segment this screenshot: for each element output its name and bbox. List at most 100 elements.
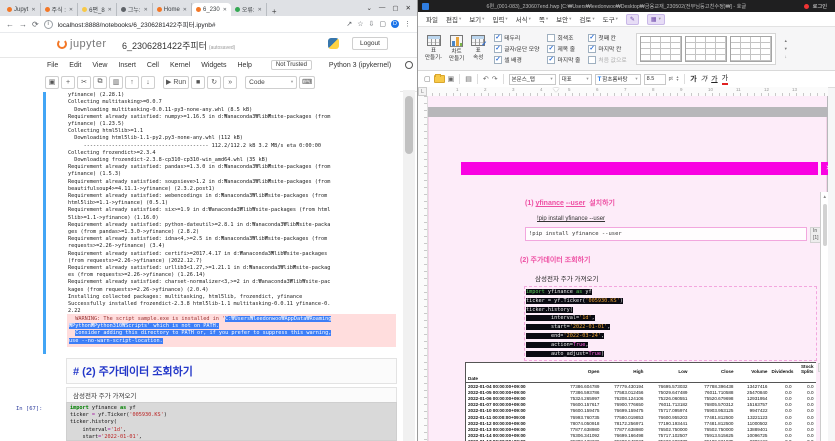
- code-cell-editor[interactable]: import yfinance as yfticker = yf.Ticker(…: [66, 402, 397, 441]
- logout-button[interactable]: Logout: [352, 37, 388, 50]
- menu-item-insert[interactable]: Insert: [118, 62, 136, 69]
- browser-tab[interactable]: 6편_8✕: [78, 3, 117, 16]
- font-size-input[interactable]: 8.5: [644, 74, 666, 85]
- tab-close-icon[interactable]: ✕: [183, 7, 187, 13]
- menu-item-widgets[interactable]: Widgets: [201, 62, 226, 69]
- style-option-checkbox[interactable]: 테두리: [494, 33, 539, 42]
- magenta-close-icon[interactable]: ✕: [821, 162, 828, 175]
- table-style-thumb[interactable]: [685, 36, 727, 62]
- browser-tab[interactable]: Home✕: [153, 3, 192, 16]
- tab-close-icon[interactable]: ✕: [144, 7, 148, 13]
- hwp-menu-도구[interactable]: 도구▾: [603, 14, 618, 24]
- tab-close-icon[interactable]: ✕: [108, 7, 112, 13]
- style-option-checkbox[interactable]: 제목 줄: [547, 44, 580, 53]
- hwp-menu-편집[interactable]: 편집▾: [446, 14, 461, 24]
- tab-close-icon[interactable]: ✕: [31, 7, 35, 13]
- ribbon-prop-button[interactable]: 표속성: [471, 35, 485, 61]
- save-icon[interactable]: ▣: [448, 75, 455, 83]
- stop-icon[interactable]: ■: [191, 76, 205, 89]
- markdown-cell[interactable]: # (2) 주가데이터 조회하기 삼성전자 주가 가져오기: [66, 358, 397, 403]
- run-button[interactable]: ▶ Run: [163, 76, 189, 89]
- chrome-menu-icon[interactable]: ⋮: [404, 20, 411, 28]
- table-context-tab[interactable]: ▦▾: [647, 14, 665, 25]
- command-palette-icon[interactable]: ⌨: [299, 76, 315, 89]
- scroll-up-icon[interactable]: ▲: [823, 194, 827, 199]
- style-option-checkbox[interactable]: 첫째 칸: [588, 33, 626, 42]
- hwp-menu-보기[interactable]: 보기▾: [469, 14, 484, 24]
- move-down-icon[interactable]: ↓: [141, 76, 155, 89]
- minimize-icon[interactable]: —: [379, 4, 386, 12]
- ribbon-table-button[interactable]: 표만들기-: [425, 35, 442, 61]
- gallery-up-icon[interactable]: ▴: [785, 38, 787, 44]
- forward-icon[interactable]: →: [19, 20, 27, 29]
- italic-button[interactable]: 가: [701, 74, 707, 84]
- notebook-title[interactable]: 6_2306281422주피터(autosaved): [122, 39, 235, 52]
- close-icon[interactable]: ✕: [406, 4, 411, 12]
- back-icon[interactable]: ←: [6, 20, 14, 29]
- menu-item-help[interactable]: Help: [238, 62, 252, 69]
- move-up-icon[interactable]: ↑: [125, 76, 139, 89]
- gallery-more-icon[interactable]: ↓: [785, 54, 787, 59]
- style-option-checkbox[interactable]: 마지막 칸: [588, 44, 626, 53]
- browser-tab[interactable]: 6_230✕: [192, 3, 231, 16]
- hwp-menu-서식[interactable]: 서식▾: [516, 14, 531, 24]
- browser-tab[interactable]: 그누:✕: [117, 3, 153, 16]
- vertical-ruler[interactable]: [418, 96, 428, 441]
- redo-icon[interactable]: ↷: [492, 75, 498, 83]
- underline-button[interactable]: 가: [711, 74, 717, 84]
- hwp-menu-쪽[interactable]: 쪽▾: [539, 14, 548, 24]
- indent-marker[interactable]: [553, 88, 559, 92]
- document-page[interactable]: ✕ (1) yfinance --user 설치하기 !pip install …: [428, 117, 827, 441]
- tab-close-icon[interactable]: ✕: [258, 7, 262, 13]
- copy-icon[interactable]: ⧉: [93, 76, 107, 89]
- new-tab-button[interactable]: +: [267, 7, 282, 16]
- tab-close-icon[interactable]: ✕: [223, 7, 227, 13]
- maximize-icon[interactable]: ▢: [392, 4, 398, 12]
- menu-item-view[interactable]: View: [92, 62, 107, 69]
- extension-icon[interactable]: ▢: [379, 20, 386, 28]
- address-bar[interactable]: localhost:8888/notebooks/6_2306281422주피터…: [58, 19, 342, 29]
- style-select[interactable]: 본문스_탭▾: [509, 74, 556, 85]
- print-icon[interactable]: ▤: [465, 75, 472, 83]
- magenta-highlight-bar[interactable]: [461, 162, 818, 175]
- font-group-select[interactable]: 대표▾: [559, 74, 592, 85]
- font-select[interactable]: T함초롬바탕▾: [595, 74, 641, 85]
- font-size-stepper[interactable]: ▲▼: [676, 76, 679, 83]
- hwp-menu-입력[interactable]: 입력▾: [492, 14, 507, 24]
- jupyter-logo[interactable]: jupyter: [57, 38, 107, 50]
- menu-item-cell[interactable]: Cell: [147, 62, 159, 69]
- save-icon[interactable]: ▣: [45, 76, 59, 89]
- bold-button[interactable]: 가: [690, 74, 696, 84]
- add-cell-icon[interactable]: +: [61, 76, 75, 89]
- bookmark-star-icon[interactable]: ☆: [357, 20, 363, 28]
- tab-close-icon[interactable]: ✕: [69, 7, 73, 13]
- edit-context-tab[interactable]: ✎: [626, 14, 639, 25]
- doc-pip-input-box[interactable]: !pip install yfinance --user: [525, 227, 807, 241]
- download-icon[interactable]: ⇩: [369, 20, 375, 28]
- browser-scrollbar-thumb[interactable]: [405, 96, 413, 154]
- style-option-checkbox[interactable]: 회색조: [547, 33, 580, 42]
- new-doc-icon[interactable]: ▢: [424, 75, 431, 83]
- table-style-thumb[interactable]: [640, 36, 682, 62]
- undo-icon[interactable]: ↶: [483, 75, 489, 83]
- browser-tab[interactable]: 오류:✕: [231, 3, 267, 16]
- style-option-checkbox[interactable]: 마지막 줄: [547, 55, 580, 64]
- menu-item-edit[interactable]: Edit: [69, 62, 81, 69]
- hwp-menu-보안[interactable]: 보안▾: [556, 14, 571, 24]
- hwp-menu-검토[interactable]: 검토▾: [579, 14, 594, 24]
- menu-item-file[interactable]: File: [47, 62, 58, 69]
- browser-tab[interactable]: 주식 :✕: [41, 3, 79, 16]
- restart-kernel-icon[interactable]: ↻: [207, 76, 221, 89]
- ribbon-chart-button[interactable]: 차트만들기: [449, 35, 464, 61]
- cut-icon[interactable]: ✂: [77, 76, 91, 89]
- profile-avatar[interactable]: D: [391, 20, 399, 28]
- doc-code-block[interactable]: import yfinance as yfticker = yf.Ticker(…: [526, 288, 623, 358]
- gallery-down-icon[interactable]: ▾: [785, 46, 787, 52]
- tab-search-icon[interactable]: ⌄: [366, 4, 371, 12]
- hwp-menu-파일[interactable]: 파일: [426, 14, 438, 24]
- paste-icon[interactable]: ▥: [109, 76, 123, 89]
- reload-icon[interactable]: ⟳: [32, 20, 39, 29]
- open-folder-icon[interactable]: [434, 75, 445, 83]
- restart-run-all-icon[interactable]: »: [223, 76, 237, 89]
- site-info-icon[interactable]: i: [44, 20, 53, 29]
